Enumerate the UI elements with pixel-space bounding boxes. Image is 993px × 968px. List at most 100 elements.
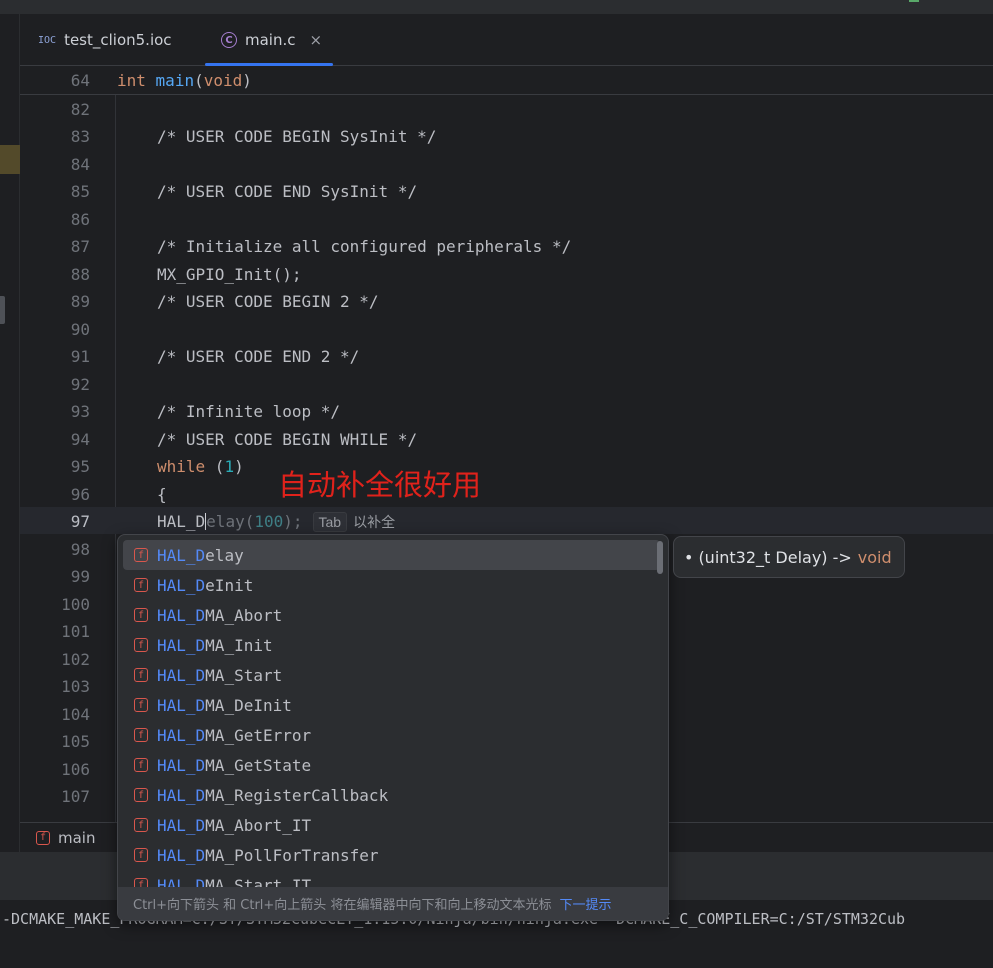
editor-tab-bar: IOC test_clion5.ioc C main.c ×	[20, 14, 993, 66]
line-number: 87	[70, 237, 90, 256]
code-line[interactable]: 96 {	[20, 480, 993, 507]
completion-scrollbar[interactable]	[657, 541, 663, 574]
line-number: 98	[70, 540, 90, 559]
match-prefix: HAL_D	[157, 815, 206, 835]
item-rest: MA_GetState	[205, 755, 312, 775]
code-line[interactable]: 84	[20, 150, 993, 177]
code-line[interactable]: 87 /* Initialize all configured periphera…	[20, 232, 993, 259]
keyword: int	[117, 71, 146, 90]
paren: (	[194, 71, 204, 90]
match-prefix: HAL_D	[157, 545, 206, 565]
tab-main-c[interactable]: C main.c ×	[205, 14, 333, 66]
code-line[interactable]: 86	[20, 205, 993, 232]
completion-item[interactable]: f HAL_D MA_Init	[123, 630, 660, 660]
tab-label: main.c	[245, 31, 296, 49]
function-icon: f	[134, 788, 148, 802]
code-line[interactable]: 82	[20, 95, 993, 122]
completion-item[interactable]: f HAL_D MA_GetError	[123, 720, 660, 750]
line-number: 105	[61, 732, 90, 751]
completion-item[interactable]: f HAL_D MA_PollForTransfer	[123, 840, 660, 870]
match-prefix: HAL_D	[157, 845, 206, 865]
line-number: 101	[61, 622, 90, 641]
function-icon: f	[134, 548, 148, 562]
return-type: void	[857, 547, 892, 567]
function-icon: f	[134, 668, 148, 682]
code-line[interactable]: 90	[20, 315, 993, 342]
completion-item[interactable]: f HAL_D MA_RegisterCallback	[123, 780, 660, 810]
next-tip-link[interactable]: 下一提示	[559, 894, 611, 913]
brace: {	[157, 485, 167, 504]
line-number: 107	[61, 787, 90, 806]
line-number: 97	[70, 512, 90, 531]
comment: /* USER CODE BEGIN SysInit */	[157, 127, 437, 146]
completion-item-hal-delay[interactable]: f HAL_D elay	[123, 540, 660, 570]
breadcrumb-item-main[interactable]: main	[58, 829, 95, 847]
line-number: 96	[70, 485, 90, 504]
completion-popup[interactable]: f HAL_D elay f HAL_D eInit f HAL_D MA_Abort fH…	[117, 534, 669, 921]
status-indicator-icon	[909, 0, 919, 2]
line-number: 90	[70, 320, 90, 339]
close-icon[interactable]: ×	[310, 31, 323, 49]
statement: MX_GPIO_Init();	[157, 265, 302, 284]
code-line[interactable]: 89 /* USER CODE BEGIN 2 */	[20, 287, 993, 314]
number-literal: 1	[224, 457, 235, 476]
current-code-line[interactable]: 97 HAL_Delay(100); Tab 以补全	[20, 507, 993, 534]
completion-item[interactable]: f HAL_D MA_Start	[123, 660, 660, 690]
item-rest: MA_PollForTransfer	[205, 845, 379, 865]
sticky-function-header[interactable]: 64 int main(void)	[20, 66, 993, 95]
line-number: 91	[70, 347, 90, 366]
item-rest: MA_Start	[205, 665, 283, 685]
comment: /* Initialize all configured peripherals…	[157, 237, 572, 256]
line-number: 64	[70, 71, 90, 90]
match-prefix: HAL_D	[157, 605, 206, 625]
code-line[interactable]: 95 while (1)	[20, 452, 993, 479]
code-line[interactable]: 91 /* USER CODE END 2 */	[20, 342, 993, 369]
function-icon: f	[134, 878, 148, 887]
function-icon: f	[36, 830, 50, 845]
tab-key-hint: Tab	[312, 512, 348, 532]
line-number: 88	[70, 265, 90, 284]
completion-item[interactable]: f HAL_D eInit	[123, 570, 660, 600]
completion-item[interactable]: f HAL_D MA_GetState	[123, 750, 660, 780]
line-number: 99	[70, 567, 90, 586]
completion-list[interactable]: f HAL_D elay f HAL_D eInit f HAL_D MA_Abort fH…	[118, 535, 668, 887]
code-line[interactable]: 93 /* Infinite loop */	[20, 397, 993, 424]
line-number: 82	[70, 100, 90, 119]
match-prefix: HAL_D	[157, 575, 206, 595]
function-icon: f	[134, 608, 148, 622]
parameter-signature: (uint32_t Delay) ->	[698, 547, 852, 567]
function-icon: f	[134, 638, 148, 652]
line-number: 84	[70, 155, 90, 174]
bookmark-marker[interactable]	[0, 145, 20, 174]
match-prefix: HAL_D	[157, 635, 206, 655]
completion-item[interactable]: f HAL_D MA_Abort_IT	[123, 810, 660, 840]
tab-hint-text: 以补全	[353, 514, 396, 530]
match-prefix: HAL_D	[157, 875, 206, 888]
completion-item[interactable]: f HAL_D MA_Abort	[123, 600, 660, 630]
paren: )	[234, 457, 244, 476]
tab-test-clion5-ioc[interactable]: IOC test_clion5.ioc	[38, 14, 172, 66]
top-toolbar	[0, 0, 993, 14]
code-line[interactable]: 83 /* USER CODE BEGIN SysInit */	[20, 122, 993, 149]
code-line[interactable]: 94 /* USER CODE BEGIN WHILE */	[20, 425, 993, 452]
item-rest: elay	[205, 545, 244, 565]
function-icon: f	[134, 698, 148, 712]
code-line[interactable]: 85 /* USER CODE END SysInit */	[20, 177, 993, 204]
code-line[interactable]: 88 MX_GPIO_Init();	[20, 260, 993, 287]
match-prefix: HAL_D	[157, 665, 206, 685]
completion-item[interactable]: f HAL_D MA_DeInit	[123, 690, 660, 720]
match-prefix: HAL_D	[157, 785, 206, 805]
code-line[interactable]: 92	[20, 370, 993, 397]
line-number: 94	[70, 430, 90, 449]
line-number: 93	[70, 402, 90, 421]
match-prefix: HAL_D	[157, 695, 206, 715]
paren: )	[242, 71, 252, 90]
tool-window-handle[interactable]	[0, 296, 5, 324]
function-icon: f	[134, 578, 148, 592]
ioc-file-icon: IOC	[38, 34, 57, 46]
line-number: 102	[61, 650, 90, 669]
completion-item[interactable]: f HAL_D MA_Start_IT	[123, 870, 660, 887]
left-gutter-strip	[0, 14, 20, 852]
parameter-info-popup: • (uint32_t Delay) -> void	[673, 536, 905, 578]
line-number: 85	[70, 182, 90, 201]
